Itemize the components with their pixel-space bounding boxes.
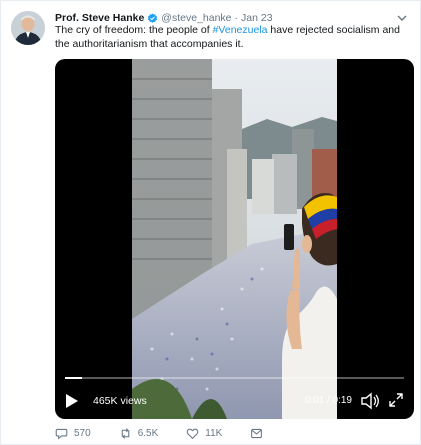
video-frame (132, 59, 337, 419)
share-icon (251, 428, 263, 438)
like-icon (186, 428, 199, 439)
retweet-count: 6.5K (137, 427, 159, 439)
share-button[interactable] (250, 427, 269, 440)
tweet-date[interactable]: Jan 23 (241, 12, 273, 24)
fullscreen-icon[interactable] (388, 392, 404, 408)
video-player[interactable]: 465K views 0:01 / 0:19 (55, 59, 414, 419)
separator-dot: · (234, 12, 239, 24)
video-time: 0:01 / 0:19 (304, 395, 352, 406)
like-button[interactable]: 11K (186, 427, 222, 440)
tweet-card[interactable]: Prof. Steve Hanke @steve_hanke · Jan 23 … (0, 0, 421, 445)
video-controls: 465K views 0:01 / 0:19 (55, 371, 414, 419)
author-name[interactable]: Prof. Steve Hanke (55, 12, 144, 24)
verified-badge-icon (147, 12, 158, 24)
author-handle[interactable]: @steve_hanke (161, 12, 231, 24)
play-icon[interactable] (65, 393, 79, 409)
avatar[interactable] (11, 11, 45, 45)
caret-down-icon[interactable] (396, 11, 408, 23)
retweet-button[interactable]: 6.5K (119, 427, 159, 440)
progress-bar[interactable] (65, 377, 404, 379)
tweet-actions: 570 6.5K 11K (55, 425, 297, 441)
volume-icon[interactable] (360, 392, 380, 410)
tweet-text-start: The cry of freedom: the people of (55, 24, 213, 36)
tweet-text: The cry of freedom: the people of #Venez… (55, 24, 410, 51)
reply-button[interactable]: 570 (55, 427, 91, 440)
reply-icon (55, 428, 68, 440)
progress-fill (65, 377, 82, 379)
hashtag-link[interactable]: #Venezuela (213, 24, 268, 36)
view-count: 465K views (93, 395, 147, 407)
reply-count: 570 (74, 427, 91, 439)
retweet-icon (121, 427, 129, 439)
like-count: 11K (205, 427, 223, 439)
